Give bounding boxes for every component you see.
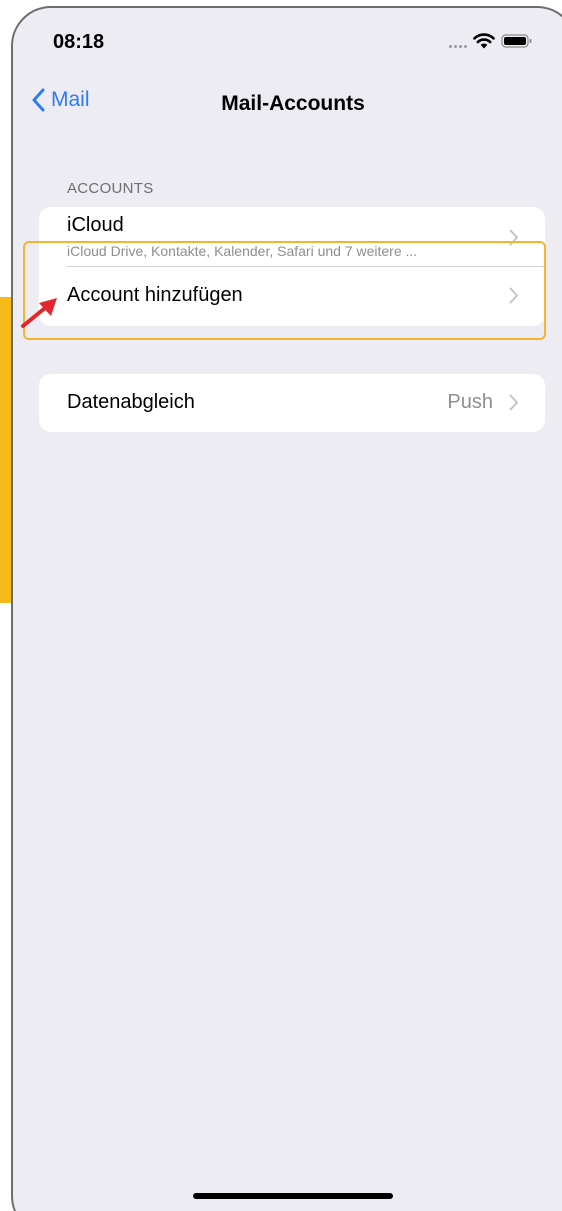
icloud-account-row[interactable]: iCloud iCloud Drive, Kontakte, Kalender,… [39,207,545,267]
battery-icon [501,34,532,48]
status-icons [449,30,533,52]
phone-screen: 08:18 Mail Mail-Accounts ACCOUNTS iCloud… [11,6,562,1211]
accounts-group: iCloud iCloud Drive, Kontakte, Kalender,… [39,207,545,326]
add-account-row[interactable]: Account hinzufügen [39,267,545,326]
icloud-account-title: iCloud [67,214,124,236]
chevron-right-icon [509,394,518,411]
page: 08:18 Mail Mail-Accounts ACCOUNTS iCloud… [0,0,562,1211]
home-indicator [193,1193,393,1199]
pointer-arrow-icon [21,298,57,328]
signal-dots-icon [449,34,467,48]
accounts-section-header: ACCOUNTS [67,180,154,197]
chevron-right-icon [509,287,518,304]
fetch-new-data-row[interactable]: Datenabgleich Push [39,374,545,432]
fetch-new-data-value: Push [447,391,493,413]
fetch-new-data-title: Datenabgleich [67,391,195,413]
icloud-account-subtitle: iCloud Drive, Kontakte, Kalender, Safari… [67,243,418,259]
wifi-icon [473,33,495,49]
side-marker-bar [0,297,11,603]
chevron-right-icon [509,229,518,246]
sync-group: Datenabgleich Push [39,374,545,432]
add-account-title: Account hinzufügen [67,284,243,306]
page-title: Mail-Accounts [221,92,365,115]
status-time: 08:18 [53,31,105,53]
